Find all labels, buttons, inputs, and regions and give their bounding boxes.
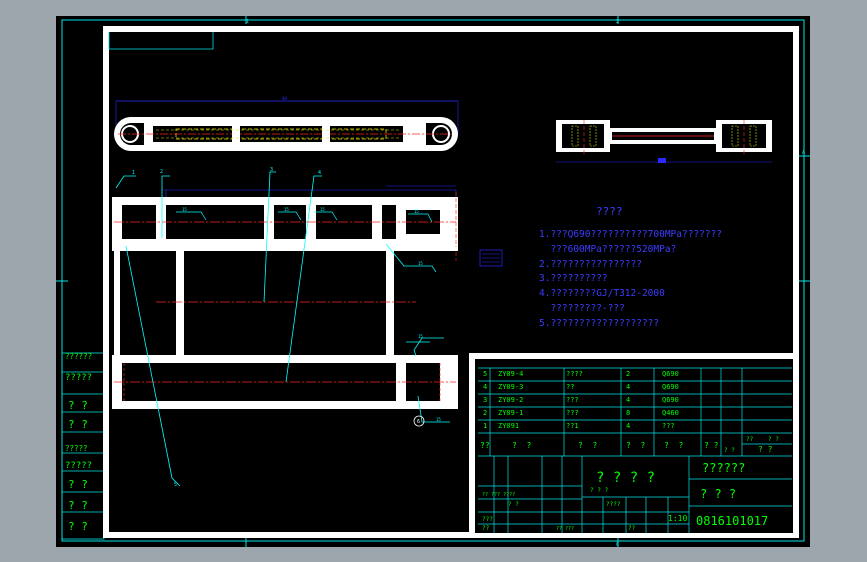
cad-viewport[interactable]: 1 2 6 A ?????? ????? ? ? ? ? ????? ????? — [0, 0, 867, 562]
drawing-number: 0816101017 — [696, 514, 768, 528]
left-strip-label: ?????? — [65, 352, 92, 361]
bom-cell-code: ZY09-2 — [498, 396, 523, 404]
bom-cell-name: ???? — [566, 370, 583, 378]
bom-header-cell: ? ? — [758, 445, 773, 454]
tech-req-line: 5.??????????????????? — [539, 318, 659, 329]
left-strip-label: ????? — [65, 461, 92, 471]
left-strip-label: ????? — [65, 444, 88, 453]
weld-size: 15 — [284, 207, 289, 212]
weld-size: 15 — [414, 209, 419, 214]
title-block-small-label: ? ? — [508, 501, 519, 508]
grid-label: A — [802, 150, 805, 156]
dimension-text: 40 — [282, 96, 287, 101]
bom-cell-code: ZY09-4 — [498, 370, 523, 378]
bom-header-cell: ? ? — [626, 441, 645, 450]
bom-cell-name: ??1 — [566, 422, 579, 430]
bom-cell-name: ??? — [566, 409, 579, 417]
weld-size: 15 — [418, 261, 423, 266]
bom-cell-code: ZY09-1 — [498, 409, 523, 417]
bom-cell-material: Q690 — [662, 396, 679, 404]
bom-cell-qty: 2 — [626, 370, 630, 378]
bom-header-cell: ? ? — [512, 441, 531, 450]
left-strip-label: ????? — [65, 373, 92, 383]
side-view — [556, 120, 772, 163]
callout-part: 3 — [270, 167, 273, 173]
drawing-name: ? ? ? ? — [596, 470, 655, 486]
bom-header-cell: ?? — [480, 441, 490, 450]
bom-header-cell: ? ? — [578, 441, 597, 450]
title-block-small-label: ? ? ? — [590, 487, 608, 494]
callout-part: 1 — [132, 170, 135, 176]
grid-label: 6 — [616, 542, 619, 547]
tech-req-line: 3.?????????? — [539, 273, 608, 284]
bom-cell-material: Q460 — [662, 409, 679, 417]
bom-cell-no: 2 — [483, 409, 487, 417]
bom-cell-no: 5 — [483, 370, 487, 378]
scale: 1:10 — [668, 514, 687, 523]
bom-cell-material: ??? — [662, 422, 675, 430]
bom-cell-material: Q690 — [662, 370, 679, 378]
weld-size: 15 — [418, 334, 423, 339]
bom-cell-material: Q690 — [662, 383, 679, 391]
code-box — [108, 32, 214, 50]
bom-cell-code: ZY09-3 — [498, 383, 523, 391]
bom-header-cell: ? ? — [768, 436, 779, 443]
bom-cell-code: ZY091 — [498, 422, 519, 430]
left-strip-label: ? ? — [68, 499, 88, 512]
callout-part: 5 — [174, 482, 177, 488]
title-block-name: ? ? ? — [700, 487, 736, 501]
bom-cell-qty: 4 — [626, 383, 630, 391]
bom-header-cell: ?? — [746, 436, 754, 443]
tech-req-line: ?????????-??? — [539, 303, 625, 314]
callout-part: 6 — [417, 419, 420, 425]
tech-req-line: 2.???????????????? — [539, 259, 642, 270]
callout-part: 4 — [318, 170, 321, 176]
title-block-small-label: ?? — [628, 525, 636, 532]
tech-req-line: 1.???Q690??????????700MPa??????? — [539, 229, 722, 240]
tech-req-title: ???? — [596, 205, 623, 218]
title-block-small-label: ???? — [606, 501, 621, 508]
weld-size: 15 — [436, 417, 441, 422]
left-strip-label: ? ? — [68, 520, 88, 533]
bom-header-cell: ? ? — [704, 441, 719, 450]
company-name: ?????? — [702, 461, 745, 475]
title-block-small-label: ?? ??? — [556, 526, 574, 532]
bom-header-cell: ? ? — [664, 441, 683, 450]
left-strip-label: ? ? — [68, 399, 88, 412]
tech-req-line: ???600MPa??????520MPa? — [539, 244, 676, 255]
tech-req-line: 4.????????GJ/T312-2000 — [539, 288, 665, 299]
title-block-small-label: ??? — [482, 516, 493, 523]
top-view-bar: 40 — [114, 96, 459, 151]
weld-size: 15 — [182, 207, 187, 212]
bom-header-cell: ? ? — [724, 447, 735, 454]
bom-cell-name: ?? — [566, 383, 574, 391]
bom-cell-no: 3 — [483, 396, 487, 404]
callout-part: 2 — [160, 169, 163, 175]
left-strip-label: ? ? — [68, 418, 88, 431]
bom-cell-qty: 4 — [626, 422, 630, 430]
front-view-lower-rail — [112, 355, 458, 409]
bom-cell-qty: 4 — [626, 396, 630, 404]
bom-cell-name: ??? — [566, 396, 579, 404]
drawing-sheet: 1 2 6 A ?????? ????? ? ? ? ? ????? ????? — [56, 16, 810, 548]
grid-label: 1 — [246, 19, 249, 25]
title-block-small-label: ?? ??? ???? — [482, 492, 515, 498]
bom-cell-qty: 8 — [626, 409, 630, 417]
grid-label: 2 — [616, 19, 619, 25]
bom-cell-no: 1 — [483, 422, 487, 430]
weld-size: 15 — [320, 207, 325, 212]
left-strip-label: ? ? — [68, 478, 88, 491]
bom-cell-no: 4 — [483, 383, 487, 391]
drawing-canvas: 1 2 6 A ?????? ????? ? ? ? ? ????? ????? — [56, 16, 810, 548]
title-block-small-label: ?? — [482, 525, 490, 532]
